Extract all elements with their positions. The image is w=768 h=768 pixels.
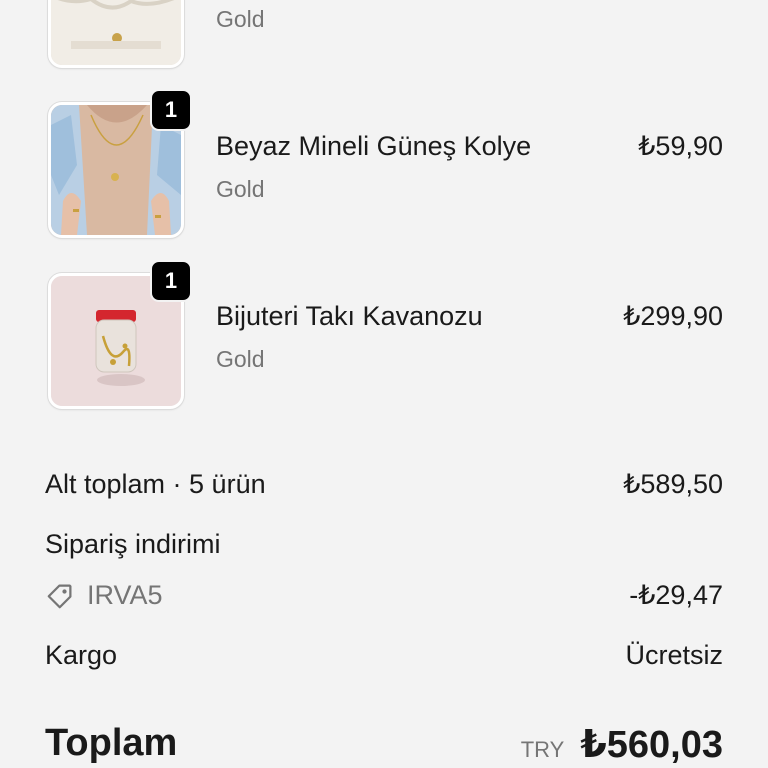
total-label: Toplam bbox=[45, 722, 178, 764]
product-thumbnail-wrapper: 1 bbox=[48, 89, 192, 238]
subtotal-value: ₺589,50 bbox=[623, 469, 723, 499]
item-price: ₺59,90 bbox=[638, 131, 723, 161]
subtotal-label: Alt toplam · 5 ürün bbox=[45, 469, 266, 499]
shipping-label: Kargo bbox=[45, 640, 118, 670]
subtotal-row: Alt toplam · 5 ürün ₺589,50 bbox=[45, 469, 723, 509]
item-price: ₺299,90 bbox=[623, 301, 723, 331]
discount-value: -₺29,47 bbox=[629, 580, 723, 610]
tag-icon bbox=[47, 584, 72, 608]
item-name: Beyaz Mineli Güneş Kolye bbox=[216, 131, 532, 161]
discount-code-text: IRVA5 bbox=[87, 580, 163, 610]
shipping-value: Ücretsiz bbox=[625, 640, 723, 670]
total-value: ₺560,03 bbox=[580, 724, 723, 766]
cart-item: 1 Beyaz Mineli Güneş Kolye Gold ₺59,90 bbox=[0, 89, 768, 242]
item-variant: Gold bbox=[216, 346, 265, 372]
cart-item: 1 Bijuteri Takı Kavanozu Gold ₺299,90 bbox=[0, 260, 768, 413]
order-discount-row: Sipariş indirimi bbox=[45, 529, 723, 569]
order-discount-label: Sipariş indirimi bbox=[45, 529, 221, 559]
product-thumbnail-wrapper: 1 bbox=[48, 260, 192, 409]
discount-code-row: IRVA5 -₺29,47 bbox=[45, 580, 723, 620]
product-image-necklace-lace bbox=[48, 0, 184, 68]
item-variant: Gold bbox=[216, 6, 265, 32]
item-variant: Gold bbox=[216, 176, 265, 202]
total-amount: TRY ₺560,03 bbox=[521, 722, 723, 767]
item-name: Bijuteri Takı Kavanozu bbox=[216, 301, 483, 331]
cart-item: Gold bbox=[0, 0, 768, 72]
quantity-badge: 1 bbox=[150, 260, 192, 302]
quantity-badge: 1 bbox=[150, 89, 192, 131]
shipping-row: Kargo Ücretsiz bbox=[45, 640, 723, 680]
discount-code: IRVA5 bbox=[45, 580, 163, 611]
product-thumbnail-wrapper bbox=[48, 0, 184, 68]
checkout-order-summary: Gold 1 Beyaz Mineli Güneş Kolye Gold ₺59… bbox=[0, 0, 768, 768]
currency-code: TRY bbox=[520, 737, 565, 762]
